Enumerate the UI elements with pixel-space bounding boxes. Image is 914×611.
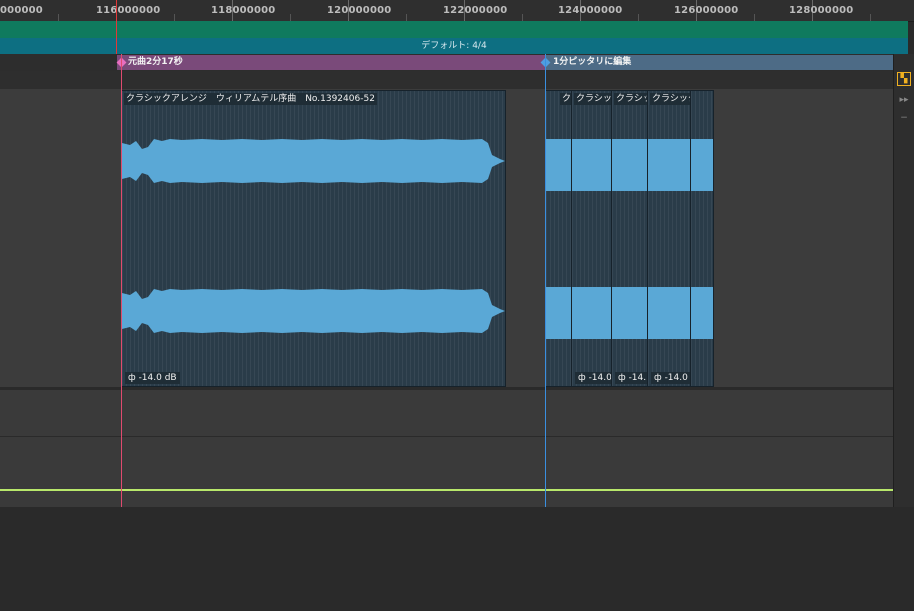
waveform-left [122, 139, 505, 183]
ruler-minor-tick [290, 14, 291, 21]
clip-gain-value: -14.0 [588, 373, 612, 383]
ruler-label: 126000000 [674, 5, 739, 16]
track-lane[interactable] [0, 436, 893, 508]
clip-grid [572, 91, 611, 386]
gain-icon: ф [578, 373, 589, 383]
waveform-right [122, 289, 505, 333]
time-signature-label: デフォルト: 4/4 [421, 41, 487, 51]
tempo-lane[interactable] [0, 21, 908, 38]
zoom-to-fit-icon[interactable]: ▚ [897, 72, 911, 86]
waveform-left [546, 139, 571, 191]
clip-title: クラシック [574, 93, 611, 105]
ruler-label: 120000000 [327, 5, 392, 16]
marker-line-original [121, 54, 122, 507]
gain-icon: ф [618, 373, 629, 383]
track-lane[interactable] [0, 389, 893, 436]
ruler-minor-tick [58, 14, 59, 21]
clip-gain-value: -14.0 dB [138, 373, 177, 383]
audio-clip[interactable]: クラシック ф -14.0 [647, 90, 691, 387]
waveform-right [572, 287, 611, 339]
ruler-label: 116000000 [96, 5, 161, 16]
ruler-minor-tick [522, 14, 523, 21]
clip-gain-label[interactable]: ф -14.0 dB [125, 372, 180, 384]
clip-title: クラシックアレンジ ウィリアムテル序曲 No.1392406-52 [124, 93, 377, 105]
empty-lane [0, 71, 893, 90]
marker-line-edited [545, 54, 546, 507]
gain-icon: ф [654, 373, 665, 383]
clip-grid [612, 91, 647, 386]
clip-gain-label[interactable]: ф -14. [615, 372, 647, 384]
ruler-label: 122000000 [443, 5, 508, 16]
marker-label: 1分ピッタリに編集 [553, 57, 632, 67]
ruler-minor-tick [870, 14, 871, 21]
marker-region-original[interactable]: 元曲2分17秒 [117, 55, 545, 70]
clip-gain-value: -14. [628, 373, 647, 383]
audio-clip[interactable]: クラシックアレンジ ウィリアムテル序曲 No.1392406-52 ф -14.… [121, 90, 506, 387]
clip-grid [648, 91, 690, 386]
clip-grid [691, 91, 713, 386]
ruler-label: 128000000 [789, 5, 854, 16]
playhead-cursor[interactable] [116, 0, 117, 54]
volume-automation-line[interactable] [0, 489, 893, 491]
ruler-minor-tick [638, 14, 639, 21]
clip-gain-label[interactable]: ф -14.0 [651, 372, 690, 384]
minus-icon[interactable]: − [894, 110, 914, 126]
empty-area [0, 507, 914, 611]
marker-region-edited[interactable]: 1分ピッタリに編集 [545, 55, 893, 70]
audio-clip[interactable]: ク [545, 90, 572, 387]
audio-clip[interactable] [690, 90, 714, 387]
waveform-right [691, 287, 713, 339]
ruler-minor-tick [174, 14, 175, 21]
ruler-minor-tick [754, 14, 755, 21]
ruler-label: 000000 [0, 5, 43, 16]
clip-gain-label[interactable]: ф -14.0 [575, 372, 612, 384]
clip-grid [546, 91, 571, 386]
ruler-label: 124000000 [558, 5, 623, 16]
clip-gain-value: -14.0 [664, 373, 688, 383]
waveform-right [612, 287, 647, 339]
ruler-label: 118000000 [211, 5, 276, 16]
audio-clip[interactable]: クラシック ф -14.0 [571, 90, 612, 387]
clip-title: クラシック [650, 93, 690, 105]
marker-label: 元曲2分17秒 [128, 57, 183, 67]
right-side-toolbar: ▚ ▸▸ − [893, 54, 914, 507]
next-icon[interactable]: ▸▸ [894, 92, 914, 108]
waveform-right [648, 287, 690, 339]
waveform-left [648, 139, 690, 191]
gain-icon: ф [128, 373, 139, 383]
waveform-right [546, 287, 571, 339]
audio-clip[interactable]: クラシッ ф -14. [611, 90, 648, 387]
waveform-left [572, 139, 611, 191]
waveform-left [612, 139, 647, 191]
clip-title: クラシッ [614, 93, 647, 105]
ruler-minor-tick [406, 14, 407, 21]
waveform-left [691, 139, 713, 191]
timeline-ruler[interactable]: 000000 116000000 118000000 120000000 122… [0, 0, 914, 22]
